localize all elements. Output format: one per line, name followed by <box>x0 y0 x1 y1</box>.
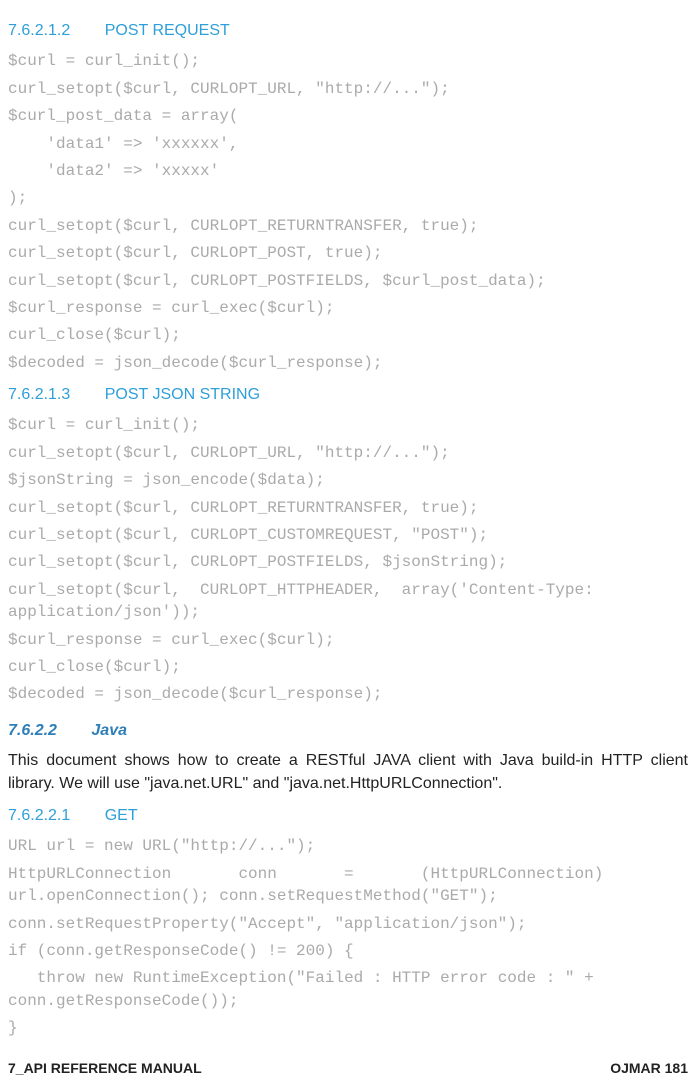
code-line: curl_setopt($curl, CURLOPT_RETURNTRANSFE… <box>8 497 688 519</box>
code-line: curl_close($curl); <box>8 656 688 678</box>
code-line: throw new RuntimeException("Failed : HTT… <box>8 967 688 1012</box>
section-heading-java: 7.6.2.2 Java <box>8 720 688 742</box>
footer-right: OJMAR 181 <box>610 1059 688 1079</box>
code-line: curl_setopt($curl, CURLOPT_URL, "http://… <box>8 442 688 464</box>
code-line: $curl = curl_init(); <box>8 50 688 72</box>
code-line: curl_setopt($curl, CURLOPT_CUSTOMREQUEST… <box>8 524 688 546</box>
section-title: Java <box>91 722 127 739</box>
section-number: 7.6.2.2 <box>8 722 57 739</box>
section-title: POST JSON STRING <box>105 386 260 403</box>
code-line: $decoded = json_decode($curl_response); <box>8 683 688 705</box>
code-line: curl_setopt($curl, CURLOPT_RETURNTRANSFE… <box>8 215 688 237</box>
section-number: 7.6.2.2.1 <box>8 807 70 824</box>
code-line: curl_setopt($curl, CURLOPT_POSTFIELDS, $… <box>8 551 688 573</box>
section-number: 7.6.2.1.3 <box>8 386 70 403</box>
code-line: $curl = curl_init(); <box>8 414 688 436</box>
section-title: POST REQUEST <box>105 22 230 39</box>
section-number: 7.6.2.1.2 <box>8 22 70 39</box>
footer-left: 7_API REFERENCE MANUAL <box>8 1059 202 1079</box>
code-line: $jsonString = json_encode($data); <box>8 469 688 491</box>
code-line: curl_setopt($curl, CURLOPT_HTTPHEADER, a… <box>8 579 688 624</box>
page-footer: 7_API REFERENCE MANUAL OJMAR 181 <box>8 1059 688 1079</box>
code-line: $curl_response = curl_exec($curl); <box>8 297 688 319</box>
code-line: $decoded = json_decode($curl_response); <box>8 352 688 374</box>
section-title: GET <box>105 807 138 824</box>
code-line: curl_setopt($curl, CURLOPT_URL, "http://… <box>8 78 688 100</box>
section-heading-json: 7.6.2.1.3 POST JSON STRING <box>8 384 688 406</box>
code-line: $curl_post_data = array( <box>8 105 688 127</box>
code-line: conn.setRequestProperty("Accept", "appli… <box>8 913 688 935</box>
code-line: HttpURLConnection conn = (HttpURLConnect… <box>8 863 688 908</box>
code-line: if (conn.getResponseCode() != 200) { <box>8 940 688 962</box>
code-line: curl_setopt($curl, CURLOPT_POSTFIELDS, $… <box>8 270 688 292</box>
code-line: curl_close($curl); <box>8 324 688 346</box>
section-heading-post: 7.6.2.1.2 POST REQUEST <box>8 20 688 42</box>
code-line: 'data1' => 'xxxxxx', <box>8 133 688 155</box>
section-heading-get: 7.6.2.2.1 GET <box>8 805 688 827</box>
code-line: URL url = new URL("http://..."); <box>8 835 688 857</box>
code-line: ); <box>8 187 688 209</box>
code-line: 'data2' => 'xxxxx' <box>8 160 688 182</box>
body-paragraph: This document shows how to create a REST… <box>8 750 688 795</box>
code-line: } <box>8 1017 688 1039</box>
code-line: $curl_response = curl_exec($curl); <box>8 629 688 651</box>
code-line: curl_setopt($curl, CURLOPT_POST, true); <box>8 242 688 264</box>
